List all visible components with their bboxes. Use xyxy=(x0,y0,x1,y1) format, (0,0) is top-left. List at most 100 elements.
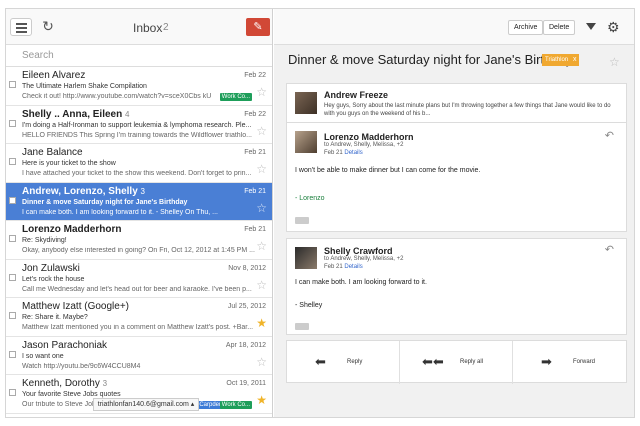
row-sender: Andrew, Lorenzo, Shelly 3 xyxy=(22,186,145,197)
show-trimmed-icon[interactable] xyxy=(295,323,309,330)
show-trimmed-icon[interactable] xyxy=(295,217,309,224)
forward-button[interactable]: ➡ Forward xyxy=(513,341,626,384)
star-icon[interactable]: ☆ xyxy=(256,279,267,291)
avatar xyxy=(295,131,317,153)
search-input[interactable]: Search xyxy=(6,45,272,67)
delete-button[interactable]: Delete xyxy=(543,20,576,35)
sender-text: Jon Zulawski xyxy=(22,262,80,274)
star-icon[interactable]: ☆ xyxy=(256,125,267,137)
forward-arrow-icon: ➡ xyxy=(541,354,552,369)
label-tag[interactable]: Triathlon xyxy=(542,54,572,66)
gear-icon[interactable]: ⚙ xyxy=(607,19,620,36)
reply-all-button[interactable]: ⬅⬅ Reply all xyxy=(400,341,513,384)
archive-button[interactable]: Archive xyxy=(508,20,544,35)
message-row[interactable]: Matthew Izatt (Google+) Jul 25, 2012 Re: S… xyxy=(6,298,272,337)
date-line: Feb 21 Details xyxy=(324,264,363,270)
sender-text: Andrew, Lorenzo, Shelly xyxy=(22,185,138,197)
star-icon[interactable]: ★ xyxy=(256,317,267,329)
select-checkbox[interactable] xyxy=(9,235,16,242)
row-subject: Dinner & move Saturday night for Jane's … xyxy=(22,198,188,206)
star-icon[interactable]: ☆ xyxy=(256,202,267,214)
sender-text: Matthew Izatt (Google+) xyxy=(22,301,129,312)
row-label[interactable]: Work Co... xyxy=(219,93,252,101)
row-date: Apr 18, 2012 xyxy=(225,341,266,349)
row-label[interactable]: Work Co... xyxy=(219,401,252,409)
row-sender: Kenneth, Dorothy 3 xyxy=(22,378,107,389)
account-switcher[interactable]: triathlonfan140.6@gmail.com ▴ xyxy=(93,398,199,411)
row-subject: I'm doing a Half-Ironman to support leuk… xyxy=(22,121,252,129)
row-subject: I so want one xyxy=(22,352,64,360)
star-icon[interactable]: ☆ xyxy=(256,240,267,252)
message-card-collapsed[interactable]: Andrew Freeze Hey guys, Sorry about the … xyxy=(286,83,627,123)
select-checkbox[interactable] xyxy=(9,158,16,165)
message-row[interactable]: Shelly .. Anna, Eileen 4 Feb 22 I'm doing … xyxy=(6,105,272,144)
select-checkbox[interactable] xyxy=(9,350,16,358)
star-icon[interactable]: ☆ xyxy=(256,163,267,175)
refresh-icon[interactable]: ↻ xyxy=(40,18,56,34)
row-subject: Re: Share it. Maybe? xyxy=(22,314,88,321)
row-subject: Here is your ticket to the show xyxy=(22,160,116,167)
sender-text: Shelly .. Anna, Eileen xyxy=(22,108,123,120)
row-date: Feb 21 xyxy=(244,187,266,195)
select-checkbox[interactable] xyxy=(9,312,16,319)
more-dropdown-icon[interactable] xyxy=(586,23,596,30)
message-row[interactable]: Jon Zulawski Nov 8, 2012 Let's rock the ho… xyxy=(6,259,272,298)
message-signature: - Shelley xyxy=(295,302,323,309)
sender-text: Jason Parachoniak xyxy=(22,339,108,351)
row-sender: Lorenzo Madderhorn xyxy=(22,224,121,235)
row-sender: Matthew Izatt (Google+) xyxy=(22,301,129,312)
select-checkbox[interactable] xyxy=(9,81,16,88)
star-icon[interactable]: ☆ xyxy=(256,356,267,368)
date-line: Feb 21 Details xyxy=(324,150,363,156)
star-icon[interactable]: ☆ xyxy=(609,55,620,69)
row-snippet: Call me Wednesday and let's head out for… xyxy=(22,285,252,293)
row-sender: Jon Zulawski xyxy=(22,263,80,274)
reply-label: Reply xyxy=(347,359,363,365)
row-sender: Shelly .. Anna, Eileen 4 xyxy=(22,109,129,120)
menu-icon[interactable] xyxy=(10,18,32,36)
inbox-title: Inbox xyxy=(133,21,163,35)
thread-count: 4 xyxy=(125,109,130,119)
reply-arrow-icon: ⬅ xyxy=(315,354,326,369)
select-checkbox[interactable] xyxy=(9,273,16,281)
remove-label-icon[interactable]: x xyxy=(571,54,579,66)
message-date: Feb 21 xyxy=(324,150,343,156)
message-signature: - Lorenzo xyxy=(295,195,325,202)
thread-count: 3 xyxy=(102,379,108,388)
message-card: Shelly Crawford to Andrew, Shelly, Melis… xyxy=(286,238,627,335)
message-list: Eileen Alvarez Feb 22 The Ultimate Harlem … xyxy=(6,67,272,414)
row-date: Feb 21 xyxy=(244,149,266,156)
message-row[interactable]: Jane Balance Feb 21 Here is your ticket to… xyxy=(6,144,272,183)
message-row[interactable]: Eileen Alvarez Feb 22 The Ultimate Harlem … xyxy=(6,67,272,106)
reply-all-arrow-icon: ⬅⬅ xyxy=(422,354,444,369)
recipients: to Andrew, Shelly, Melissa, +2 xyxy=(324,142,404,148)
reply-icon[interactable]: ↶ xyxy=(605,129,614,142)
forward-label: Forward xyxy=(573,359,596,365)
star-icon[interactable]: ☆ xyxy=(256,86,267,98)
reply-icon[interactable]: ↶ xyxy=(605,243,614,256)
details-link[interactable]: Details xyxy=(344,150,362,156)
sender-text: Lorenzo Madderhorn xyxy=(22,224,122,235)
message-row[interactable]: Lorenzo Madderhorn Feb 21 Re: Skydiving! Ok… xyxy=(6,221,272,260)
reading-toolbar: Archive Delete ⚙ xyxy=(274,9,634,45)
message-row-selected[interactable]: Andrew, Lorenzo, Shelly 3 Feb 21 Dinner & … xyxy=(6,182,272,221)
star-icon[interactable]: ★ xyxy=(256,394,267,406)
thread-count: 3 xyxy=(140,186,145,196)
select-checkbox[interactable] xyxy=(9,389,16,396)
select-checkbox[interactable] xyxy=(9,119,16,127)
row-date: Oct 19, 2011 xyxy=(226,380,266,387)
row-snippet: I have attached your ticket to the show … xyxy=(22,170,252,177)
compose-button[interactable]: ✎ xyxy=(246,18,270,36)
row-sender: Eileen Alvarez xyxy=(22,70,85,81)
sender-name: Shelly Crawford xyxy=(324,246,393,256)
recipients-line: to Andrew, Shelly, Melissa, +2 xyxy=(324,142,403,148)
list-header: ↻ Inbox 2 ✎ xyxy=(6,9,272,45)
row-date: Feb 22 xyxy=(244,72,266,79)
sender-text: Kenneth, Dorothy xyxy=(22,378,100,389)
message-row[interactable]: Jason Parachoniak Apr 18, 2012 I so want o… xyxy=(6,336,272,375)
select-checkbox[interactable] xyxy=(9,196,16,204)
details-link[interactable]: Details xyxy=(344,264,362,270)
app-window: ↻ Inbox 2 ✎ Search Eileen Alvarez Feb 22 T… xyxy=(5,8,635,418)
reply-button[interactable]: ⬅ Reply xyxy=(287,341,400,384)
row-sender: Jason Parachoniak xyxy=(22,340,107,351)
